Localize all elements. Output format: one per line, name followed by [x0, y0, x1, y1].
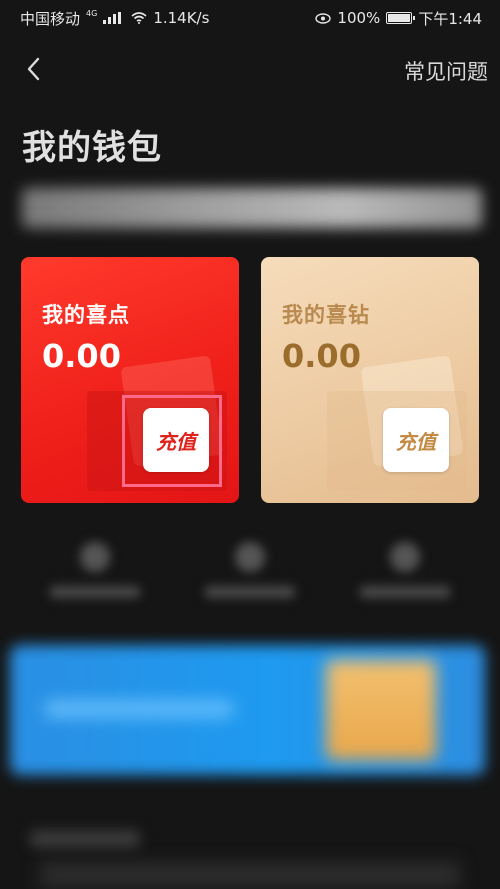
wifi-icon: [131, 12, 147, 24]
diamonds-card[interactable]: 我的喜钻 0.00 充值: [261, 257, 479, 503]
blurred-ad-text: [44, 700, 234, 718]
points-card[interactable]: 我的喜点 0.00 充值: [21, 257, 239, 503]
wallet-screen: 中国移动 4G 1.14K/s 100% 下午1:44 常见问题 我的钱包 我的…: [0, 0, 500, 889]
chevron-left-icon: [27, 57, 40, 81]
diamonds-label: 我的喜钻: [282, 303, 370, 327]
network-speed: 1.14K/s: [153, 9, 210, 27]
blurred-section-title: [30, 830, 140, 848]
page-title: 我的钱包: [22, 128, 162, 168]
faq-link[interactable]: 常见问题: [404, 56, 488, 86]
blurred-shortcut[interactable]: [350, 530, 460, 620]
carrier-name: 中国移动: [20, 9, 81, 28]
clock-time: 下午1:44: [418, 9, 482, 28]
blurred-shortcut-row: [20, 530, 480, 620]
eye-icon: [315, 12, 332, 24]
battery-percent: 100%: [337, 9, 381, 27]
status-right: 100% 下午1:44: [315, 8, 482, 29]
nav-bar: 常见问题: [0, 44, 500, 94]
status-left: 中国移动 4G 1.14K/s: [20, 8, 209, 29]
points-recharge-button[interactable]: 充值: [143, 408, 209, 472]
blurred-ad-image: [326, 660, 436, 760]
battery-icon: [386, 12, 416, 24]
back-button[interactable]: [16, 52, 50, 86]
signal-icon: [103, 12, 125, 24]
network-type: 4G: [86, 8, 98, 18]
blurred-shortcut[interactable]: [40, 530, 150, 620]
blurred-shortcut[interactable]: [195, 530, 305, 620]
blurred-notice-banner: [22, 188, 482, 228]
blurred-section-content: [40, 862, 460, 888]
points-label: 我的喜点: [42, 303, 130, 327]
status-bar: 中国移动 4G 1.14K/s 100% 下午1:44: [0, 0, 500, 36]
diamonds-recharge-button[interactable]: 充值: [383, 408, 449, 472]
